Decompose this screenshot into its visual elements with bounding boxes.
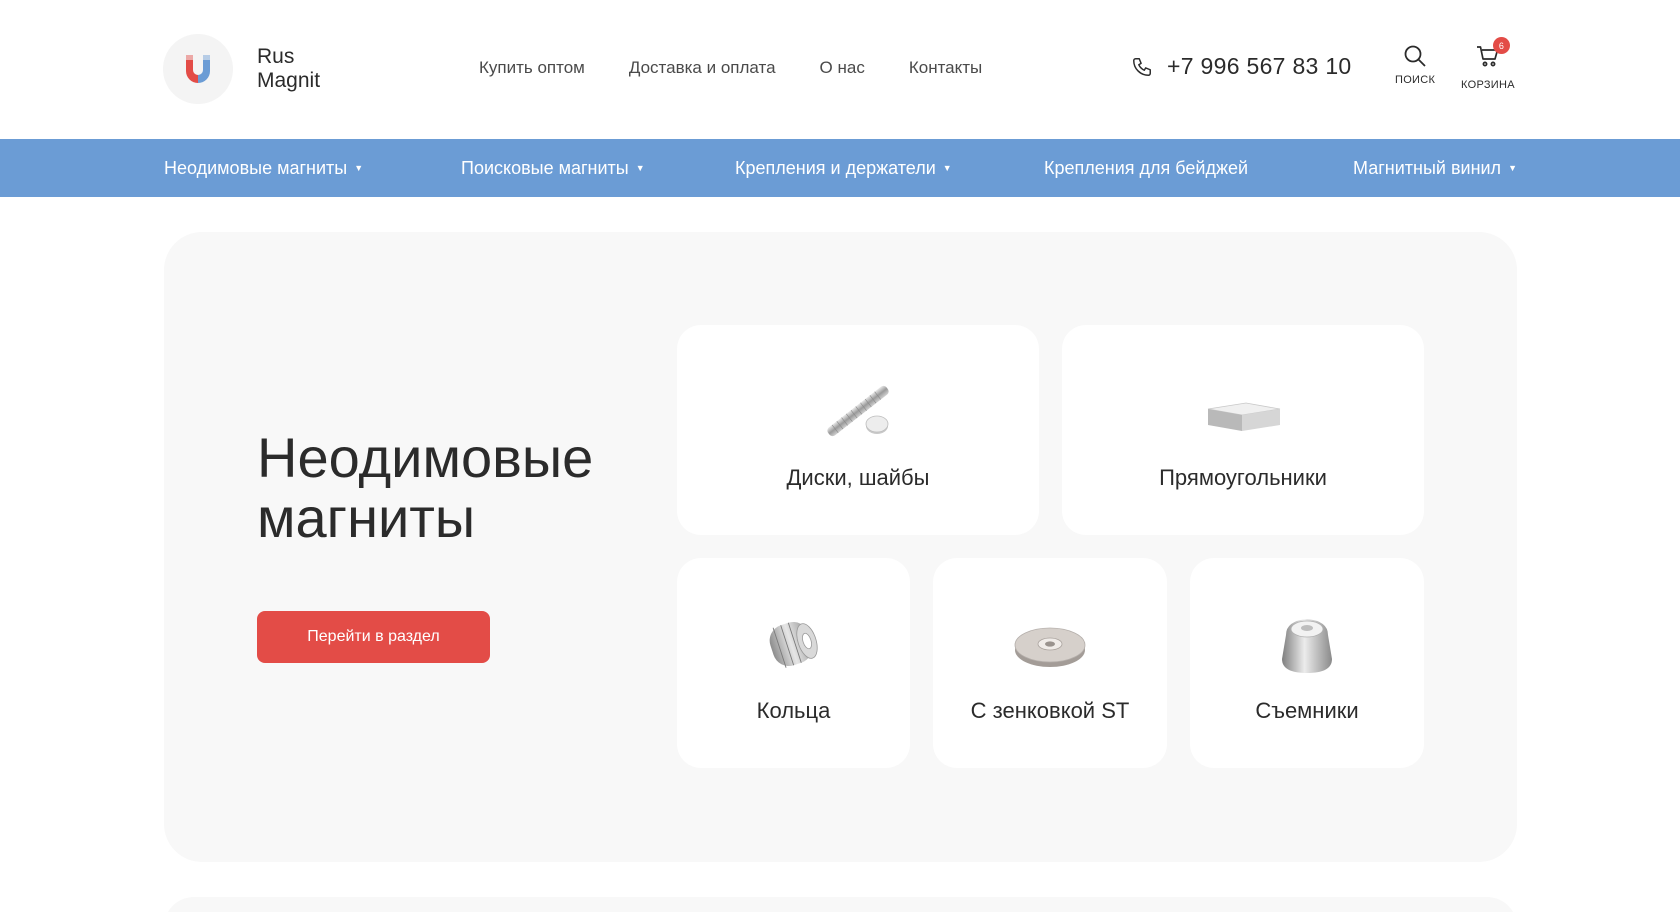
card-title: Диски, шайбы [786, 465, 930, 490]
card-image [813, 365, 903, 457]
nav-link-delivery[interactable]: Доставка и оплата [629, 58, 776, 78]
category-label: Магнитный винил [1353, 157, 1502, 178]
category-label: Неодимовые магниты [164, 157, 348, 178]
logo-text: Rus Magnit [257, 45, 320, 93]
cart-icon-wrap: 6 [1476, 37, 1510, 73]
cart-button[interactable]: 6 корзина [1461, 37, 1515, 91]
category-card-countersunk[interactable]: С зенковкой ST [933, 558, 1167, 768]
category-neodymium[interactable]: Неодимовые магниты ▼ [164, 139, 363, 197]
category-search-magnets[interactable]: Поисковые магниты ▼ [461, 139, 645, 197]
phone-icon [1133, 57, 1151, 76]
card-image [759, 598, 829, 690]
card-image [1272, 598, 1342, 690]
go-to-section-button[interactable]: Перейти в раздел [257, 611, 490, 663]
caret-down-icon: ▼ [942, 163, 952, 173]
category-bar: Неодимовые магниты ▼ Поисковые магниты ▼… [0, 139, 1680, 197]
countersunk-magnet-icon [1014, 627, 1086, 667]
category-card-rings[interactable]: Кольца [677, 558, 910, 768]
cart-count-badge: 6 [1492, 37, 1510, 54]
card-title: Кольца [756, 698, 831, 723]
category-card-rectangles[interactable]: Прямоугольники [1062, 325, 1424, 535]
card-image [1010, 598, 1090, 690]
category-label: Крепления и держатели [735, 157, 936, 178]
card-title: С зенковкой ST [970, 698, 1130, 723]
block-magnet-icon [1207, 402, 1281, 431]
search-icon [1404, 45, 1426, 67]
logo-badge [163, 34, 233, 104]
card-title: Съемники [1255, 698, 1359, 723]
nav-link-about[interactable]: О нас [820, 58, 865, 78]
caret-down-icon: ▼ [635, 163, 645, 173]
top-nav: Купить оптом Доставка и оплата О нас Кон… [479, 58, 1026, 78]
caret-down-icon: ▼ [354, 163, 364, 173]
magnet-icon [186, 55, 210, 83]
section-title: Неодимовые магниты [257, 428, 593, 548]
site-header: Rus Magnit Купить оптом Доставка и оплат… [0, 0, 1680, 139]
caret-down-icon: ▼ [1508, 163, 1517, 173]
category-card-discs[interactable]: Диски, шайбы [677, 325, 1039, 535]
category-label: Крепления для бейджей [1044, 157, 1249, 178]
section-title-line-2: магниты [257, 486, 476, 549]
logo-line-1: Rus [257, 45, 295, 68]
category-label: Поисковые магниты [461, 157, 629, 178]
phone-number: +7 996 567 83 10 [1167, 53, 1352, 79]
logo-line-2: Magnit [257, 69, 321, 92]
nav-link-wholesale[interactable]: Купить оптом [479, 58, 585, 78]
search-button[interactable]: поиск [1395, 44, 1435, 86]
pot-magnet-icon [1282, 619, 1332, 673]
category-badge-mounts[interactable]: Крепления для бейджей [1044, 139, 1248, 197]
category-mounts-holders[interactable]: Крепления и держатели ▼ [735, 139, 952, 197]
card-image [1198, 365, 1288, 457]
section-title-line-1: Неодимовые [257, 426, 594, 489]
search-label: поиск [1395, 74, 1436, 86]
next-section-panel [164, 897, 1517, 912]
nav-link-contacts[interactable]: Контакты [909, 58, 982, 78]
disc-magnet-icon [827, 385, 889, 437]
ring-magnet-icon [769, 622, 818, 668]
logo[interactable]: Rus Magnit [163, 34, 320, 104]
phone-link[interactable]: +7 996 567 83 10 [1131, 53, 1352, 80]
cart-label: корзина [1461, 79, 1515, 91]
card-title: Прямоугольники [1159, 465, 1327, 490]
category-card-pullers[interactable]: Съемники [1190, 558, 1424, 768]
category-magnetic-vinyl[interactable]: Магнитный винил ▼ [1353, 139, 1517, 197]
